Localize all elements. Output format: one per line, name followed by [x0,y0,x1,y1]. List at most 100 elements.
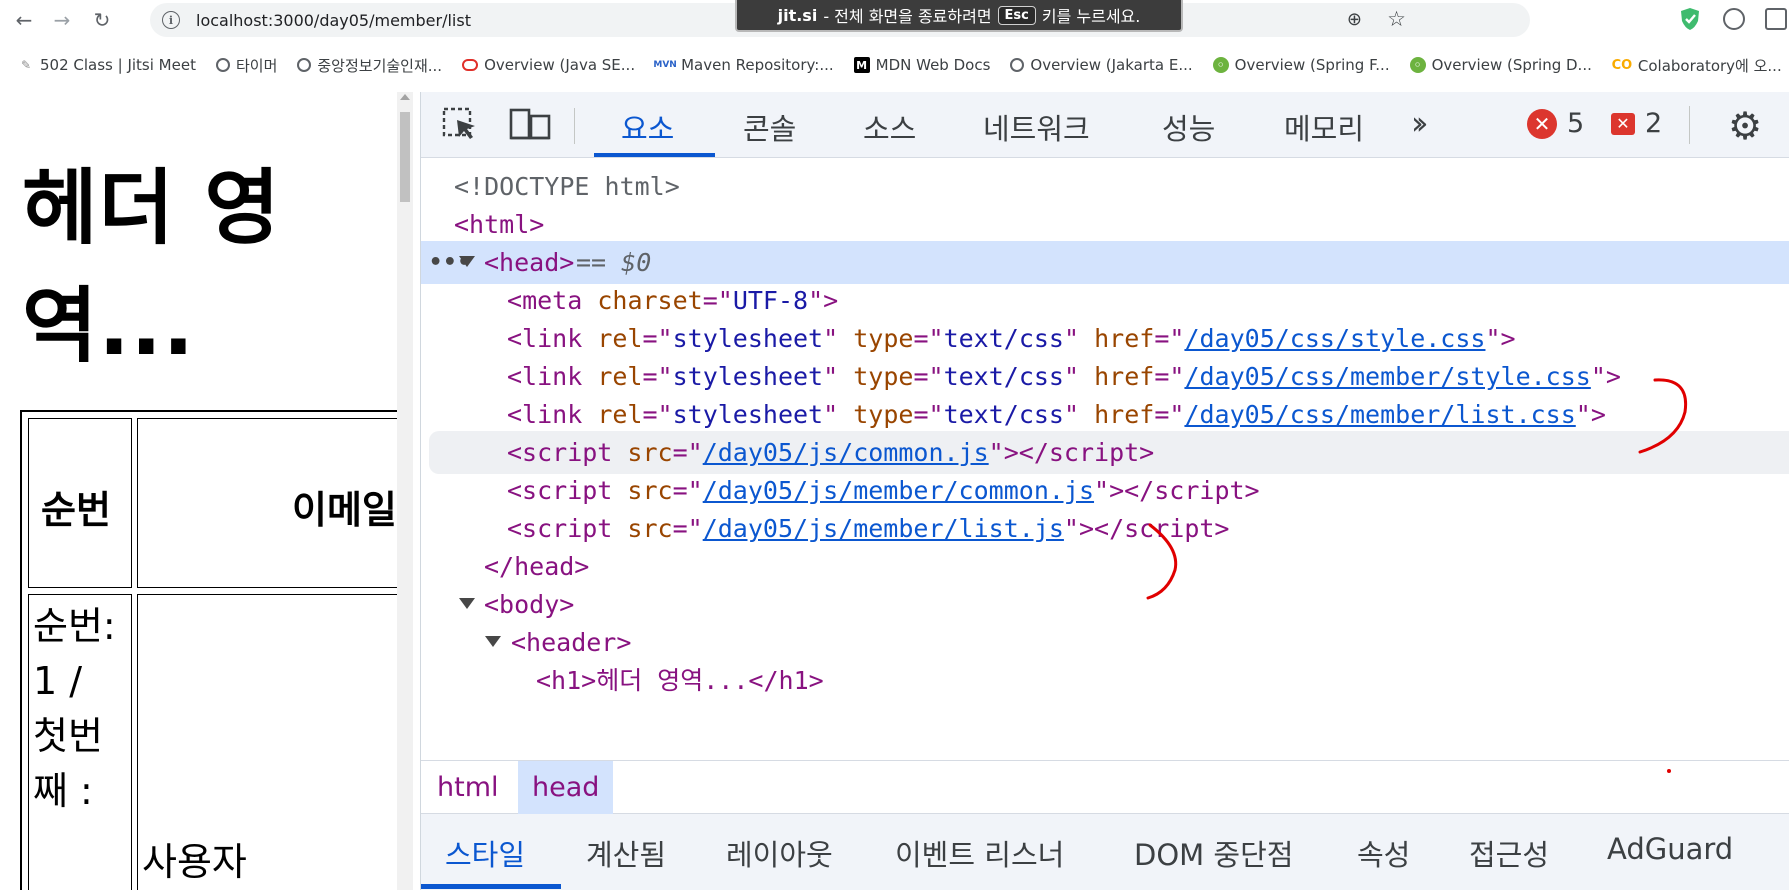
tab-console[interactable]: 콘솔 [743,106,796,148]
stylesheet-link[interactable]: /day05/css/member/list.css [1184,400,1575,429]
tree-node-html[interactable]: <html> [421,203,1789,246]
globe-icon [297,58,312,72]
page-header-title: 헤더 영역... [22,161,281,374]
row1-user: 사용자 [142,840,247,884]
bookmark-item[interactable]: MVN Maven Repository:... [653,56,833,74]
extensions-puzzle-icon[interactable] [1765,8,1787,30]
breadcrumb-head[interactable]: head [518,761,614,814]
scroll-up-arrow-icon[interactable] [400,94,410,100]
site-info-icon[interactable]: i [162,11,180,29]
toast-esc-key: Esc [997,5,1036,25]
globe-icon [215,58,230,72]
table-header-cell: 이메일 [137,418,397,588]
issue-count-badge[interactable]: ✕ 2 [1611,108,1662,139]
spring-icon: ◦ [1212,57,1229,73]
breadcrumb-html[interactable]: html [423,761,513,814]
bookmark-item[interactable]: ◦ Overview (Spring D... [1409,56,1592,74]
gear-icon[interactable]: ⚙ [1728,104,1762,148]
collapse-triangle-icon[interactable] [459,256,475,267]
reload-icon[interactable]: ↻ [88,6,116,34]
bookmark-item[interactable]: M MDN Web Docs [853,56,990,74]
error-icon: ✕ [1527,108,1557,139]
maven-icon: MVN [653,60,677,70]
page-viewport[interactable]: 헤더 영역... 순번 이메일 순번:1 / 첫번째 : 사용자 [0,92,397,890]
tree-node-h1[interactable]: <h1>헤더 영역...</h1> [421,659,1789,702]
bookmark-item[interactable]: CO Colaboratory에 오... [1612,55,1782,76]
adguard-shield-icon[interactable] [1680,7,1700,31]
tab-sources[interactable]: 소스 [863,106,916,148]
forward-arrow-icon[interactable]: → [48,6,76,34]
tree-node-link[interactable]: <link rel="stylesheet" type="text/css" h… [421,317,1789,360]
script-link[interactable]: /day05/js/member/common.js [703,476,1094,505]
tab-properties[interactable]: 속성 [1357,832,1410,874]
tree-node-script[interactable]: <script src="/day05/js/member/list.js"><… [421,507,1789,550]
breadcrumb: html head [421,760,1789,814]
bookmark-item[interactable]: 중앙정보기술인재... [297,55,442,76]
fullscreen-exit-toast: jit.si - 전체 화면을 종료하려면 Esc 키를 누르세요. [735,0,1183,32]
active-tab-indicator [421,884,561,889]
header-seq: 순번 [41,488,111,532]
script-link[interactable]: /day05/js/member/list.js [703,514,1064,543]
bookmark-item[interactable]: Overview (Jakarta E... [1010,56,1193,74]
tree-node-head-close[interactable]: </head> [421,545,1789,588]
error-count-badge[interactable]: ✕ 5 [1527,108,1584,139]
toolbar-divider [574,108,575,144]
stylesheet-link[interactable]: /day05/css/member/style.css [1184,362,1590,391]
header-email: 이메일 [292,488,397,532]
url-text[interactable]: localhost:3000/day05/member/list [196,11,471,30]
extension-icon[interactable] [1723,8,1745,30]
tab-styles[interactable]: 스타일 [445,832,525,874]
tree-node-meta[interactable]: <meta charset="UTF-8"> [421,279,1789,322]
tab-adguard[interactable]: AdGuard [1607,832,1733,866]
collapse-triangle-icon[interactable] [459,598,475,609]
styles-pane-tabs: 스타일 계산됨 레이아웃 이벤트 리스너 DOM 중단점 속성 접근성 AdGu… [421,814,1789,890]
scrollbar-thumb[interactable] [400,112,410,202]
bookmark-item[interactable]: ◦ Overview (Spring F... [1212,56,1390,74]
tab-layout[interactable]: 레이아웃 [726,832,833,874]
error-count: 5 [1567,108,1585,139]
stylesheet-link[interactable]: /day05/css/style.css [1184,324,1485,353]
toast-site: jit.si [777,5,818,25]
tree-node-script[interactable]: <script src="/day05/js/common.js"></scri… [429,431,1789,474]
tab-accessibility[interactable]: 접근성 [1469,832,1549,874]
bookmarks-bar: ✎ 502 Class | Jitsi Meet 타이머 중앙정보기술인재... … [0,48,1789,82]
collapse-triangle-icon[interactable] [485,636,501,647]
table-cell: 순번:1 / 첫번째 : [28,594,132,890]
page-scrollbar[interactable] [397,92,413,890]
tab-computed[interactable]: 계산됨 [586,832,666,874]
bookmark-item[interactable]: ✎ 502 Class | Jitsi Meet [18,56,196,74]
more-tabs-chevron-icon[interactable]: ›› [1411,104,1428,142]
script-link[interactable]: /day05/js/common.js [703,438,989,467]
tree-node-link[interactable]: <link rel="stylesheet" type="text/css" h… [421,355,1789,398]
tree-node-body[interactable]: <body> [421,583,1789,626]
tree-node-script[interactable]: <script src="/day05/js/member/common.js"… [421,469,1789,512]
tab-network[interactable]: 네트워크 [983,106,1090,148]
toast-text-after: 키를 누르세요. [1041,7,1141,26]
zoom-icon[interactable]: ⊕ [1347,9,1362,30]
tree-node-header[interactable]: <header> [421,621,1789,664]
toast-text-before: - 전체 화면을 종료하려면 [823,7,992,26]
bookmark-item[interactable]: 타이머 [215,55,277,76]
issue-icon: ✕ [1611,112,1635,135]
devtools-toolbar: 요소 콘솔 소스 네트워크 성능 메모리 ›› ✕ 5 ✕ 2 ⚙ [421,92,1789,158]
tab-memory[interactable]: 메모리 [1284,106,1364,148]
tab-dom-breakpoints[interactable]: DOM 중단점 [1134,832,1293,874]
bookmark-star-icon[interactable]: ☆ [1387,7,1406,31]
elements-tree[interactable]: <!DOCTYPE html> <html> ••• <head> == $0 … [421,158,1789,760]
tab-performance[interactable]: 성능 [1162,106,1215,148]
spring-icon: ◦ [1409,57,1426,73]
tree-node-head[interactable]: ••• <head> == $0 [421,241,1789,284]
tab-elements[interactable]: 요소 [621,106,674,148]
bookmark-item[interactable]: Overview (Java SE... [462,56,635,74]
devtools-panel: 요소 콘솔 소스 네트워크 성능 메모리 ›› ✕ 5 ✕ 2 ⚙ <!DOCT… [420,92,1789,890]
tree-node-doctype[interactable]: <!DOCTYPE html> [421,165,1789,208]
device-toolbar-icon[interactable] [509,106,551,142]
tree-node-link[interactable]: <link rel="stylesheet" type="text/css" h… [421,393,1789,436]
back-arrow-icon[interactable]: ← [10,6,38,34]
active-tab-indicator [594,153,715,157]
row1-seq: 순번:1 / 첫번째 : [33,604,116,813]
colab-icon: CO [1611,57,1633,73]
tab-event-listeners[interactable]: 이벤트 리스너 [895,832,1064,874]
table-cell: 사용자 [137,594,397,890]
inspect-element-icon[interactable] [441,106,479,142]
